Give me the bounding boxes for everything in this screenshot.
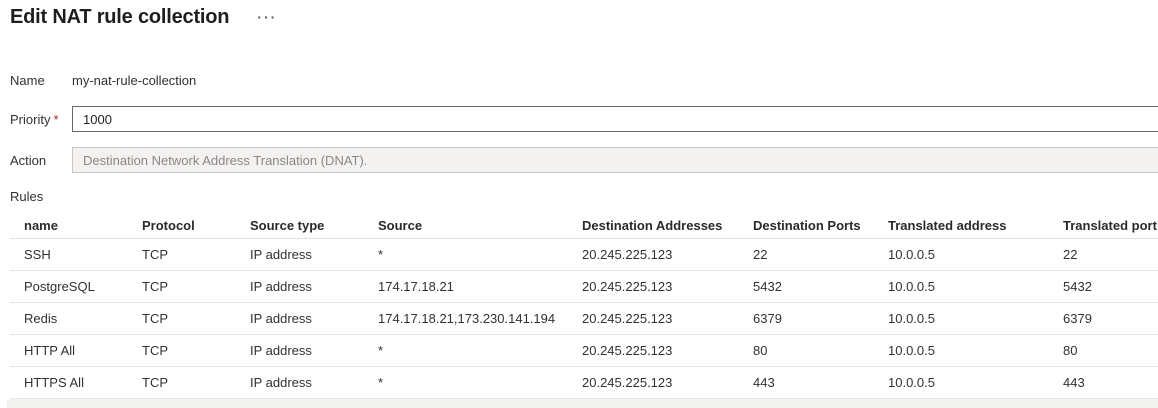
- name-field-row: Name my-nat-rule-collection: [10, 72, 1158, 88]
- table-cell[interactable]: PostgreSQL: [10, 271, 128, 303]
- table-cell[interactable]: TCP: [128, 239, 236, 271]
- rules-header-row: nameProtocolSource typeSourceDestination…: [10, 212, 1158, 239]
- table-cell[interactable]: 80: [739, 335, 874, 367]
- more-icon[interactable]: ···: [257, 12, 277, 22]
- table-row[interactable]: PostgreSQLTCPIP address174.17.18.2120.24…: [10, 271, 1158, 303]
- table-cell[interactable]: 10.0.0.5: [874, 271, 1049, 303]
- table-row[interactable]: SSHTCPIP address*20.245.225.1232210.0.0.…: [10, 239, 1158, 271]
- table-cell[interactable]: IP address: [236, 367, 364, 399]
- table-cell[interactable]: TCP: [128, 303, 236, 335]
- table-cell[interactable]: IP address: [236, 303, 364, 335]
- table-cell[interactable]: TCP: [128, 367, 236, 399]
- table-cell[interactable]: 10.0.0.5: [874, 367, 1049, 399]
- priority-label-text: Priority: [10, 112, 50, 127]
- action-field-row: Action: [10, 147, 1158, 173]
- table-cell[interactable]: 443: [739, 367, 874, 399]
- table-cell[interactable]: Redis: [10, 303, 128, 335]
- column-header: Source type: [236, 212, 364, 239]
- blade-header: Edit NAT rule collection ···: [10, 0, 1158, 30]
- table-cell[interactable]: 174.17.18.21,173.230.141.194: [364, 303, 568, 335]
- table-cell[interactable]: 10.0.0.5: [874, 239, 1049, 271]
- table-next-row-partial: [7, 399, 1158, 408]
- action-input-wrap: [72, 147, 1158, 173]
- required-marker: *: [50, 112, 58, 127]
- table-cell[interactable]: 80: [1049, 335, 1158, 367]
- rules-table-body: SSHTCPIP address*20.245.225.1232210.0.0.…: [10, 239, 1158, 399]
- priority-field-row: Priority*: [10, 106, 1158, 132]
- table-row[interactable]: HTTP AllTCPIP address*20.245.225.1238010…: [10, 335, 1158, 367]
- page-title: Edit NAT rule collection: [10, 6, 229, 29]
- column-header: Translated port: [1049, 212, 1158, 239]
- table-cell[interactable]: TCP: [128, 271, 236, 303]
- edit-nat-rule-collection-blade: Edit NAT rule collection ··· Name my-nat…: [0, 0, 1158, 408]
- priority-input-wrap: [72, 106, 1158, 132]
- table-cell[interactable]: 6379: [1049, 303, 1158, 335]
- table-cell[interactable]: IP address: [236, 271, 364, 303]
- table-cell[interactable]: 20.245.225.123: [568, 271, 739, 303]
- table-cell[interactable]: *: [364, 239, 568, 271]
- name-value: my-nat-rule-collection: [72, 73, 196, 88]
- table-cell[interactable]: 5432: [739, 271, 874, 303]
- column-header: Source: [364, 212, 568, 239]
- rules-section-label: Rules: [10, 189, 1158, 205]
- table-cell[interactable]: HTTP All: [10, 335, 128, 367]
- table-cell[interactable]: 20.245.225.123: [568, 303, 739, 335]
- table-cell[interactable]: 6379: [739, 303, 874, 335]
- column-header: Destination Addresses: [568, 212, 739, 239]
- priority-label: Priority*: [10, 112, 72, 127]
- table-cell[interactable]: SSH: [10, 239, 128, 271]
- column-header: name: [10, 212, 128, 239]
- table-cell[interactable]: IP address: [236, 239, 364, 271]
- column-header: Translated address: [874, 212, 1049, 239]
- table-cell[interactable]: 20.245.225.123: [568, 239, 739, 271]
- table-cell[interactable]: 10.0.0.5: [874, 303, 1049, 335]
- table-row[interactable]: HTTPS AllTCPIP address*20.245.225.123443…: [10, 367, 1158, 399]
- table-cell[interactable]: 10.0.0.5: [874, 335, 1049, 367]
- action-input: [72, 147, 1158, 173]
- table-cell[interactable]: 20.245.225.123: [568, 335, 739, 367]
- table-cell[interactable]: TCP: [128, 335, 236, 367]
- table-cell[interactable]: 22: [1049, 239, 1158, 271]
- table-cell[interactable]: 20.245.225.123: [568, 367, 739, 399]
- action-label: Action: [10, 153, 72, 168]
- table-cell[interactable]: *: [364, 335, 568, 367]
- priority-input[interactable]: [72, 106, 1158, 132]
- column-header: Destination Ports: [739, 212, 874, 239]
- table-cell[interactable]: 5432: [1049, 271, 1158, 303]
- table-cell[interactable]: 22: [739, 239, 874, 271]
- table-cell[interactable]: 174.17.18.21: [364, 271, 568, 303]
- table-cell[interactable]: *: [364, 367, 568, 399]
- table-cell[interactable]: 443: [1049, 367, 1158, 399]
- name-label: Name: [10, 73, 72, 88]
- column-header: Protocol: [128, 212, 236, 239]
- table-cell[interactable]: HTTPS All: [10, 367, 128, 399]
- table-cell[interactable]: IP address: [236, 335, 364, 367]
- table-row[interactable]: RedisTCPIP address174.17.18.21,173.230.1…: [10, 303, 1158, 335]
- rules-table: nameProtocolSource typeSourceDestination…: [10, 212, 1158, 399]
